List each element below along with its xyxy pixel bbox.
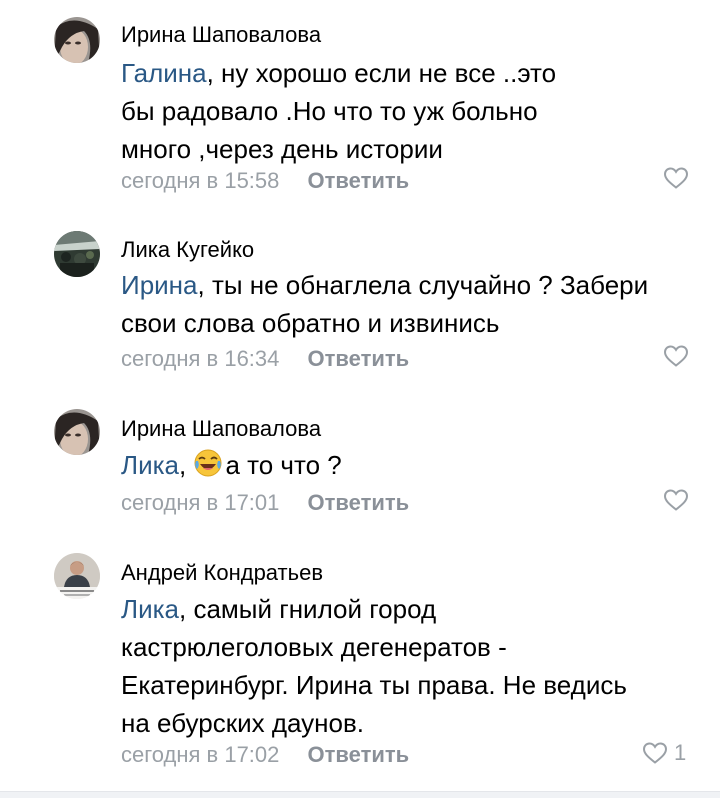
- comment-text: Ирина, ты не обнаглела случайно ? Забери…: [121, 266, 701, 342]
- comment-author[interactable]: Ирина Шаповалова: [121, 22, 321, 48]
- tears-of-joy-emoji: [193, 448, 223, 488]
- reply-button[interactable]: Ответить: [308, 168, 410, 193]
- comment-text-line: бы радовало .Но что то уж больно: [121, 96, 538, 126]
- reply-button[interactable]: Ответить: [308, 742, 410, 767]
- comment-timestamp: сегодня в 15:58: [121, 168, 280, 193]
- comment-timestamp: сегодня в 17:01: [121, 490, 280, 515]
- comment-meta: сегодня в 16:34 Ответить: [121, 346, 409, 372]
- avatar[interactable]: [54, 231, 100, 277]
- mention-link[interactable]: Галина: [121, 58, 207, 88]
- heart-outline-icon: [663, 167, 689, 189]
- like-button[interactable]: 1: [642, 740, 686, 766]
- comment-text-line: кастрюлеголовых дегенератов -: [121, 632, 507, 662]
- heart-outline-icon: [663, 345, 689, 367]
- reply-button[interactable]: Ответить: [308, 346, 410, 371]
- comment-text-line: , ты не обнаглела случайно ? Забери: [197, 270, 649, 300]
- like-button[interactable]: [663, 166, 689, 190]
- mention-link[interactable]: Лика: [121, 594, 179, 624]
- like-button[interactable]: [663, 488, 689, 512]
- comment-text-line: , самый гнилой город: [179, 594, 437, 624]
- comment-text-segment: а то что ?: [225, 450, 342, 480]
- reply-button[interactable]: Ответить: [308, 490, 410, 515]
- mention-link[interactable]: Лика: [121, 450, 179, 480]
- comment-text: Лика, а то что ?: [121, 446, 701, 488]
- comment-author[interactable]: Ирина Шаповалова: [121, 416, 321, 442]
- comment-author[interactable]: Андрей Кондратьев: [121, 560, 323, 586]
- comment-meta: сегодня в 15:58 Ответить: [121, 168, 409, 194]
- mention-link[interactable]: Ирина: [121, 270, 198, 300]
- avatar[interactable]: [54, 553, 100, 599]
- comment-author[interactable]: Лика Кугейко: [121, 237, 254, 263]
- comment-timestamp: сегодня в 16:34: [121, 346, 280, 371]
- comment-text-segment: ,: [179, 450, 194, 480]
- heart-outline-icon: [663, 489, 689, 511]
- avatar[interactable]: [54, 409, 100, 455]
- comment-timestamp: сегодня в 17:02: [121, 742, 280, 767]
- comment-text-line: на ебурских даунов.: [121, 708, 365, 738]
- comment-text-line: Екатеринбург. Ирина ты права. Не ведись: [121, 670, 627, 700]
- comment-text: Лика, самый гнилой город кастрюлеголовых…: [121, 590, 701, 742]
- comment-text-line: свои слова обратно и извинись: [121, 308, 500, 338]
- heart-outline-icon: [642, 742, 668, 764]
- comment-meta: сегодня в 17:01 Ответить: [121, 490, 409, 516]
- comment-meta: сегодня в 17:02 Ответить: [121, 742, 409, 768]
- avatar[interactable]: [54, 17, 100, 63]
- like-count: 1: [674, 740, 687, 765]
- comment-text: Галина, ну хорошо если не все ..это бы р…: [121, 54, 701, 168]
- like-button[interactable]: [663, 344, 689, 368]
- comment-text-line: много ,через день истории: [121, 134, 443, 164]
- comment-text-line: , ну хорошо если не все ..это: [206, 58, 557, 88]
